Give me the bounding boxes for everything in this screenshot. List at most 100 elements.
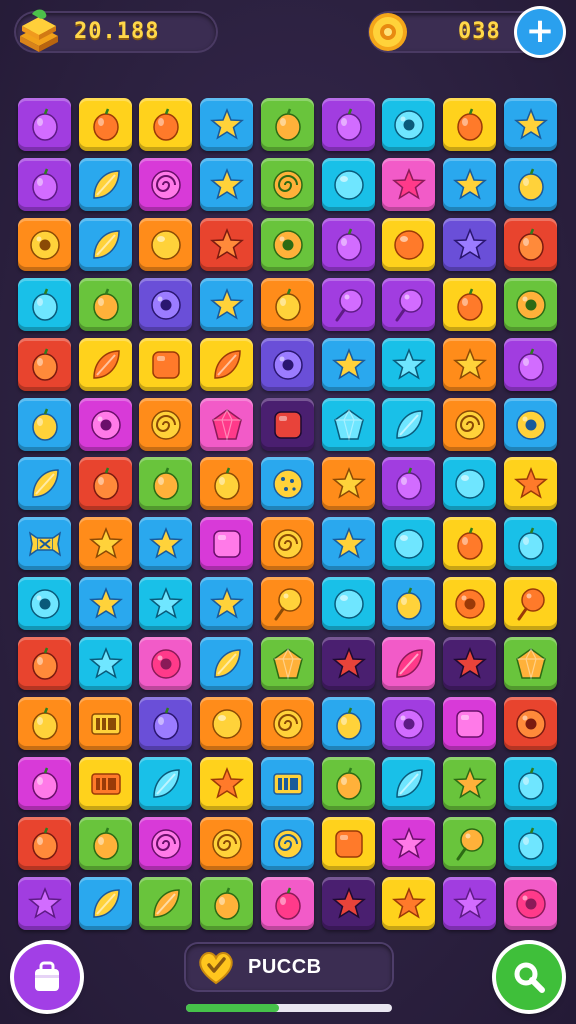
candy-tile-r4-c7[interactable] [382,278,435,331]
candy-tile-r3-c5[interactable] [261,218,314,271]
candy-tile-r2-c3[interactable] [139,158,192,211]
candy-tile-r9-c3[interactable] [139,577,192,630]
candy-tile-r3-c9[interactable] [504,218,557,271]
candy-tile-r9-c1[interactable] [18,577,71,630]
candy-tile-r11-c4[interactable] [200,697,253,750]
candy-tile-r14-c6[interactable] [322,877,375,930]
candy-tile-r1-c8[interactable] [443,98,496,151]
candy-tile-r12-c3[interactable] [139,757,192,810]
candy-tile-r3-c2[interactable] [79,218,132,271]
candy-tile-r9-c5[interactable] [261,577,314,630]
candy-tile-r2-c4[interactable] [200,158,253,211]
candy-tile-r5-c4[interactable] [200,338,253,391]
candy-tile-r13-c6[interactable] [322,817,375,870]
candy-tile-r6-c1[interactable] [18,398,71,451]
candy-tile-r11-c9[interactable] [504,697,557,750]
candy-tile-r2-c9[interactable] [504,158,557,211]
candy-tile-r8-c8[interactable] [443,517,496,570]
candy-tile-r9-c7[interactable] [382,577,435,630]
candy-tile-r10-c5[interactable] [261,637,314,690]
candy-tile-r4-c5[interactable] [261,278,314,331]
candy-tile-r8-c2[interactable] [79,517,132,570]
candy-tile-r12-c7[interactable] [382,757,435,810]
candy-tile-r5-c2[interactable] [79,338,132,391]
candy-tile-r4-c2[interactable] [79,278,132,331]
candy-tile-r12-c4[interactable] [200,757,253,810]
candy-tile-r5-c3[interactable] [139,338,192,391]
candy-tile-r2-c5[interactable] [261,158,314,211]
candy-tile-r11-c2[interactable] [79,697,132,750]
search-button[interactable] [496,944,562,1010]
candy-tile-r4-c3[interactable] [139,278,192,331]
candy-tile-r5-c9[interactable] [504,338,557,391]
candy-tile-r6-c8[interactable] [443,398,496,451]
candy-tile-r14-c8[interactable] [443,877,496,930]
candy-tile-r9-c9[interactable] [504,577,557,630]
candy-tile-r3-c6[interactable] [322,218,375,271]
candy-tile-r14-c9[interactable] [504,877,557,930]
candy-tile-r7-c3[interactable] [139,457,192,510]
candy-tile-r13-c3[interactable] [139,817,192,870]
candy-tile-r3-c3[interactable] [139,218,192,271]
candy-tile-r10-c1[interactable] [18,637,71,690]
candy-tile-r3-c8[interactable] [443,218,496,271]
candy-tile-r1-c7[interactable] [382,98,435,151]
candy-tile-r10-c7[interactable] [382,637,435,690]
candy-tile-r1-c4[interactable] [200,98,253,151]
candy-tile-r10-c3[interactable] [139,637,192,690]
candy-tile-r6-c5[interactable] [261,398,314,451]
candy-tile-r14-c4[interactable] [200,877,253,930]
candy-tile-r6-c2[interactable] [79,398,132,451]
candy-tile-r9-c2[interactable] [79,577,132,630]
candy-tile-r4-c1[interactable] [18,278,71,331]
candy-tile-r10-c4[interactable] [200,637,253,690]
candy-tile-r13-c8[interactable] [443,817,496,870]
candy-tile-r2-c1[interactable] [18,158,71,211]
candy-tile-r13-c2[interactable] [79,817,132,870]
candy-tile-r1-c3[interactable] [139,98,192,151]
candy-tile-r1-c5[interactable] [261,98,314,151]
candy-tile-r8-c9[interactable] [504,517,557,570]
candy-tile-r4-c4[interactable] [200,278,253,331]
candy-tile-r12-c1[interactable] [18,757,71,810]
candy-tile-r5-c5[interactable] [261,338,314,391]
candy-tile-r5-c6[interactable] [322,338,375,391]
candy-tile-r6-c3[interactable] [139,398,192,451]
candy-tile-r5-c8[interactable] [443,338,496,391]
candy-tile-r1-c9[interactable] [504,98,557,151]
candy-tile-r7-c9[interactable] [504,457,557,510]
candy-tile-r1-c2[interactable] [79,98,132,151]
candy-tile-r6-c7[interactable] [382,398,435,451]
candy-tile-r3-c4[interactable] [200,218,253,271]
candy-tile-r7-c7[interactable] [382,457,435,510]
candy-tile-r5-c7[interactable] [382,338,435,391]
candy-tile-r10-c2[interactable] [79,637,132,690]
candy-tile-r7-c5[interactable] [261,457,314,510]
candy-tile-r9-c6[interactable] [322,577,375,630]
candy-tile-r8-c3[interactable] [139,517,192,570]
candy-tile-r13-c9[interactable] [504,817,557,870]
candy-tile-r12-c2[interactable] [79,757,132,810]
candy-tile-r14-c3[interactable] [139,877,192,930]
candy-tile-r4-c9[interactable] [504,278,557,331]
candy-tile-r7-c8[interactable] [443,457,496,510]
candy-tile-r6-c9[interactable] [504,398,557,451]
candy-tile-r1-c1[interactable] [18,98,71,151]
candy-tile-r9-c4[interactable] [200,577,253,630]
candy-tile-r10-c9[interactable] [504,637,557,690]
candy-tile-r13-c5[interactable] [261,817,314,870]
candy-tile-r7-c2[interactable] [79,457,132,510]
candy-tile-r12-c5[interactable] [261,757,314,810]
candy-tile-r2-c2[interactable] [79,158,132,211]
candy-tile-r10-c8[interactable] [443,637,496,690]
candy-tile-r10-c6[interactable] [322,637,375,690]
candy-tile-r11-c8[interactable] [443,697,496,750]
candy-tile-r11-c1[interactable] [18,697,71,750]
candy-tile-r11-c6[interactable] [322,697,375,750]
candy-tile-r8-c6[interactable] [322,517,375,570]
bag-button[interactable] [14,944,80,1010]
candy-tile-r6-c6[interactable] [322,398,375,451]
candy-tile-r11-c5[interactable] [261,697,314,750]
candy-tile-r1-c6[interactable] [322,98,375,151]
candy-tile-r12-c6[interactable] [322,757,375,810]
